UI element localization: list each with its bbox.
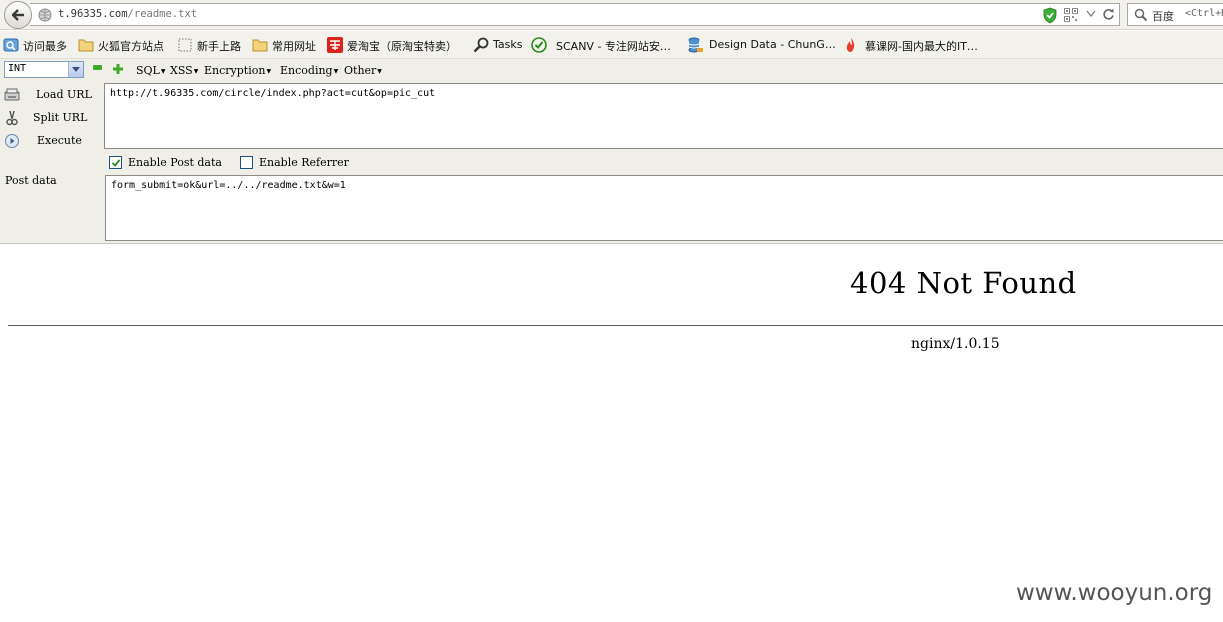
bookmark-label: 常用网址 [272,40,316,53]
server-signature: nginx/1.0.15 [911,336,1000,352]
menu-label: SQL [136,64,160,77]
caret-down-icon: ▼ [333,67,339,75]
checkbox-box[interactable] [240,156,253,169]
load-url-button[interactable]: Load URL [0,85,100,105]
menu-xss[interactable]: XSS▼ [170,64,198,77]
hackbar-toolbar: INT SQL▼ XSS▼ Encryption▼ Encoding▼ Othe… [0,59,1223,83]
split-url-label: Split URL [33,111,88,124]
bookmark-label: Tasks [493,38,523,51]
check-circle-icon [531,37,547,53]
split-url-button[interactable]: Split URL [0,108,100,128]
enable-referrer-label: Enable Referrer [259,156,349,169]
menu-label: Encryption [204,64,266,77]
taobao-icon [327,37,343,53]
caret-down-icon: ▼ [160,67,166,75]
bookmark-label: 新手上路 [197,40,241,53]
scissors-icon [6,110,18,126]
post-data-value: form_submit=ok&url=../../readme.txt&w=1 [111,180,346,191]
enable-post-label: Enable Post data [128,156,222,169]
shield-icon[interactable] [1042,7,1058,24]
bookmark-label: SCANV - 专注网站安… [556,40,671,53]
globe-icon [38,8,52,22]
menu-label: Encoding [280,64,333,77]
reload-icon[interactable] [1102,8,1115,21]
most-visited-icon [3,38,19,52]
url-bar[interactable]: t.96335.com/readme.txt [30,3,1120,26]
url-textarea-value: http://t.96335.com/circle/index.php?act=… [110,88,436,99]
hackbar-panel: Load URL Split URL Execute http://t.9633… [0,83,1223,244]
flame-icon [846,38,855,52]
post-data-label: Post data [5,174,57,187]
url-path: /readme.txt [127,8,198,20]
bookmark-label: 爱淘宝（原淘宝特卖） [347,40,457,53]
execute-button[interactable]: Execute [0,131,100,151]
search-engine-label: 百度 [1152,10,1174,23]
decrease-button[interactable] [93,65,102,70]
menu-encryption[interactable]: Encryption▼ [204,64,271,77]
dotted-page-icon [178,38,192,52]
type-select[interactable]: INT [4,61,84,78]
watermark-text: www.wooyun.org [1016,580,1213,606]
page-title: 404 Not Found [850,266,1077,300]
database-icon [688,37,703,53]
increase-button[interactable] [112,63,124,75]
magnifier-icon [473,37,489,53]
search-icon [1134,8,1148,22]
search-box[interactable]: 百度 <Ctrl+K> [1127,3,1223,26]
back-arrow-icon [11,9,24,21]
back-button[interactable] [4,1,32,29]
caret-down-icon: ▼ [193,67,199,75]
menu-encoding[interactable]: Encoding▼ [280,64,338,77]
url-host: t.96335.com [58,8,128,20]
bookmark-label: 火狐官方站点 [98,40,164,53]
menu-other[interactable]: Other▼ [344,64,382,77]
qr-code-icon[interactable] [1064,8,1078,22]
bookmark-label: 访问最多 [23,40,67,53]
checkmark-icon [111,159,121,167]
execute-label: Execute [37,134,82,147]
type-select-value: INT [8,63,27,74]
bookmark-label: Design Data - ChunG… [709,38,836,51]
checkbox-box[interactable] [109,156,122,169]
caret-down-icon: ▼ [377,67,382,75]
play-icon [5,134,19,148]
navigation-bar: t.96335.com/readme.txt 百度 <Ctrl+ [0,0,1223,30]
chevron-down-icon[interactable] [68,62,83,77]
bookmark-label: 慕课网-国内最大的IT… [865,40,978,53]
menu-sql[interactable]: SQL▼ [136,64,165,77]
post-data-textarea[interactable]: form_submit=ok&url=../../readme.txt&w=1 [105,175,1223,241]
caret-down-icon: ▼ [266,67,272,75]
folder-icon [252,39,268,52]
load-url-label: Load URL [36,88,92,101]
search-shortcut-hint: <Ctrl+K> [1185,8,1223,19]
url-textarea[interactable]: http://t.96335.com/circle/index.php?act=… [104,83,1223,149]
menu-label: XSS [170,64,193,77]
chevron-down-icon[interactable] [1086,10,1096,18]
menu-label: Other [344,64,377,77]
horizontal-rule [8,325,1223,326]
bookmarks-toolbar: 访问最多 火狐官方站点 新手上路 常用网址 爱淘宝（原淘宝特卖） Tasks S… [0,31,1223,59]
load-url-icon [4,88,20,101]
url-text[interactable]: t.96335.com/readme.txt [58,8,197,20]
folder-icon [78,39,94,52]
